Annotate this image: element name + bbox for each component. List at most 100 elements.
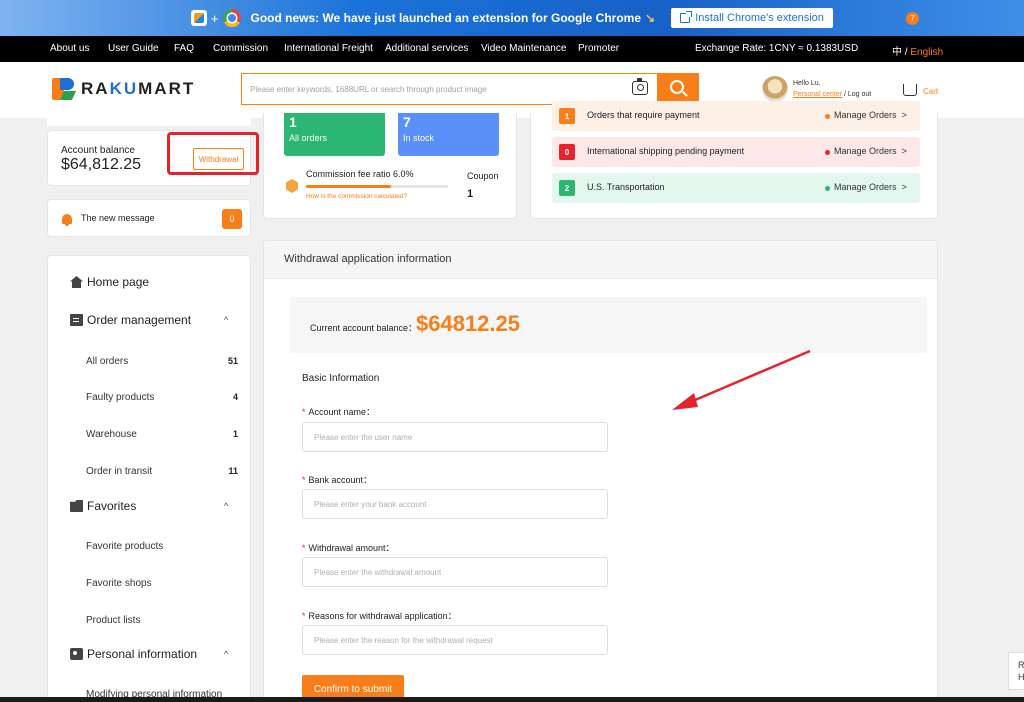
site-logo[interactable]: RAKUMART bbox=[52, 78, 195, 100]
annotation-arrow bbox=[672, 349, 811, 410]
sidebar-item-favorite-products[interactable]: Favorite products bbox=[48, 539, 252, 553]
row-label: U.S. Transportation bbox=[587, 182, 665, 192]
sidebar-item-count: 51 bbox=[227, 356, 238, 366]
sidebar-item-count: 4 bbox=[232, 392, 238, 402]
commission-calc-link[interactable]: How is the commission calculated? bbox=[306, 193, 407, 200]
sidebar-item-label: Faulty products bbox=[86, 391, 155, 403]
basic-information-heading: Basic Information bbox=[302, 373, 380, 384]
install-extension-label: Install Chrome's extension bbox=[695, 12, 824, 24]
withdrawal-reason-label: * Reasons for withdrawal application： bbox=[302, 611, 457, 621]
row-count-badge: 1 bbox=[559, 108, 575, 124]
account-name-input[interactable] bbox=[302, 422, 608, 452]
account-name-label: * Account name： bbox=[302, 407, 376, 417]
bell-icon bbox=[62, 214, 72, 226]
logout-link[interactable]: Log out bbox=[848, 91, 871, 98]
avatar[interactable] bbox=[762, 76, 788, 102]
sidebar-item-favorite-shops[interactable]: Favorite shops bbox=[48, 576, 252, 590]
plus-icon: + bbox=[210, 10, 219, 26]
manage-orders-link[interactable]: Manage Orders > bbox=[834, 146, 907, 156]
camera-icon[interactable] bbox=[632, 78, 648, 95]
install-extension-button[interactable]: Install Chrome's extension bbox=[671, 8, 834, 28]
sidebar-item-faulty-products[interactable]: Faulty products 4 bbox=[48, 390, 252, 404]
sidebar-item-count: 11 bbox=[228, 466, 238, 476]
exchange-rate: Exchange Rate: 1CNY ≈ 0.1383USD bbox=[695, 43, 859, 54]
sidebar-item-all-orders[interactable]: All orders 51 bbox=[48, 354, 252, 368]
chevron-right-icon: > bbox=[901, 146, 907, 156]
nav-video-maintenance[interactable]: Video Maintenance bbox=[481, 43, 566, 54]
top-nav: About us User Guide FAQ Commission Inter… bbox=[0, 36, 1024, 62]
tile-number: 7 bbox=[403, 114, 411, 130]
tile-number: 1 bbox=[289, 114, 297, 130]
sidebar-item-label: All orders bbox=[86, 355, 129, 367]
bank-account-label: * Bank account： bbox=[302, 475, 373, 485]
commission-ratio: Commission fee ratio 6.0% bbox=[306, 169, 414, 179]
account-balance-label: Account balance bbox=[61, 145, 135, 156]
status-dot bbox=[825, 186, 830, 191]
cart-icon bbox=[903, 84, 917, 96]
sidebar-item-label: Order in transit bbox=[86, 465, 153, 477]
banner-text: Good news: We have just launched an exte… bbox=[250, 11, 656, 25]
status-dot bbox=[825, 150, 830, 155]
new-message-label: The new message bbox=[81, 213, 155, 223]
commission-badge-icon bbox=[286, 179, 298, 193]
nav-commission[interactable]: Commission bbox=[213, 43, 268, 54]
coupon-label: Coupon bbox=[467, 171, 499, 181]
nav-additional-services[interactable]: Additional services bbox=[385, 43, 468, 54]
sidebar-item-label: Personal information bbox=[87, 647, 198, 661]
current-balance-label: Current account balance： bbox=[310, 323, 418, 333]
sidebar-menu: Home page Order management ^ All orders … bbox=[47, 255, 251, 702]
sidebar-item-order-in-transit[interactable]: Order in transit 11 bbox=[48, 464, 252, 478]
manage-orders-link[interactable]: Manage Orders > bbox=[834, 182, 907, 192]
coupon-value[interactable]: 1 bbox=[467, 188, 473, 200]
tile-label: In stock bbox=[403, 133, 435, 143]
nav-international-freight[interactable]: International Freight bbox=[284, 43, 373, 54]
all-orders-tile[interactable]: 1 All orders bbox=[284, 113, 385, 156]
sidebar-item-home[interactable]: Home page bbox=[48, 274, 252, 290]
sidebar-item-order-management[interactable]: Order management ^ bbox=[48, 312, 252, 328]
row-count-badge: 0 bbox=[559, 144, 575, 160]
sidebar-item-personal-information[interactable]: Personal information ^ bbox=[48, 646, 252, 662]
annotation-highlight-box bbox=[167, 132, 259, 175]
withdrawal-title: Withdrawal application information bbox=[284, 253, 452, 265]
chevron-right-icon: > bbox=[901, 182, 907, 192]
new-message-card[interactable]: The new message 0 bbox=[47, 199, 251, 237]
nav-promoter[interactable]: Promoter bbox=[578, 43, 619, 54]
sidebar-item-product-lists[interactable]: Product lists bbox=[48, 613, 252, 627]
sidebar-item-label: Product lists bbox=[86, 614, 141, 626]
sidebar-item-warehouse[interactable]: Warehouse 1 bbox=[48, 427, 252, 441]
order-stats-card: 1 All orders 7 In stock Commission fee r… bbox=[263, 113, 517, 219]
row-count-badge: 2 bbox=[559, 180, 575, 196]
sidebar-item-label: Order management bbox=[87, 313, 192, 327]
language-switcher[interactable]: 中 / English bbox=[892, 43, 943, 58]
withdrawal-reason-input[interactable] bbox=[302, 625, 608, 655]
manage-orders-link[interactable]: Manage Orders > bbox=[834, 110, 907, 120]
edge-widget[interactable]: RH bbox=[1008, 652, 1024, 690]
chevron-up-icon: ^ bbox=[224, 501, 229, 511]
sidebar-item-label: Favorite shops bbox=[86, 577, 152, 589]
nav-user-guide[interactable]: User Guide bbox=[108, 43, 159, 54]
nav-about-us[interactable]: About us bbox=[50, 43, 89, 54]
search-input[interactable] bbox=[250, 74, 620, 104]
cart-button[interactable]: Cart bbox=[903, 78, 938, 96]
cart-count-badge: 7 bbox=[906, 12, 919, 25]
personal-center-link[interactable]: Personal center bbox=[793, 91, 842, 98]
chevron-up-icon: ^ bbox=[224, 649, 229, 659]
withdrawal-panel-header: Withdrawal application information bbox=[264, 241, 937, 279]
id-card-icon bbox=[70, 648, 83, 660]
in-stock-tile[interactable]: 7 In stock bbox=[398, 113, 499, 156]
banner-logos: + bbox=[190, 9, 241, 27]
sidebar-item-label: Favorite products bbox=[86, 540, 164, 552]
chevron-right-icon: > bbox=[901, 110, 907, 120]
order-row-intl-shipping: 0 International shipping pending payment… bbox=[552, 137, 920, 167]
current-balance-value: $64812.25 bbox=[416, 311, 520, 336]
order-status-card: 1 Orders that require payment Manage Ord… bbox=[530, 101, 938, 219]
lang-english[interactable]: English bbox=[910, 47, 943, 58]
card-top-cap bbox=[47, 118, 251, 126]
commission-progress-fill bbox=[306, 185, 392, 188]
nav-faq[interactable]: FAQ bbox=[174, 43, 194, 54]
lang-chinese[interactable]: 中 bbox=[892, 47, 902, 58]
order-row-pending-payment: 1 Orders that require payment Manage Ord… bbox=[552, 101, 920, 131]
sidebar-item-favorites[interactable]: Favorites ^ bbox=[48, 498, 252, 514]
bank-account-input[interactable] bbox=[302, 489, 608, 519]
withdrawal-amount-input[interactable] bbox=[302, 557, 608, 587]
